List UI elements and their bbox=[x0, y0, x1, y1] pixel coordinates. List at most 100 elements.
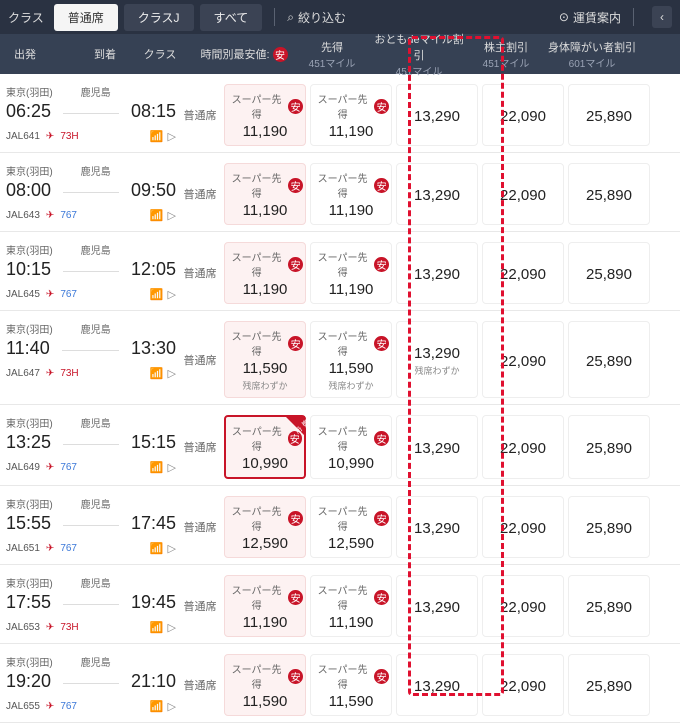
fare-guide-link[interactable]: ⊙運賃案内 bbox=[559, 9, 621, 26]
arr-airport: 鹿児島 bbox=[81, 242, 111, 257]
fare-cell-disability[interactable]: 25,890 bbox=[568, 575, 650, 637]
aircraft-type[interactable]: 767 bbox=[60, 210, 77, 221]
fare-cell-otomo[interactable]: 13,290 bbox=[396, 84, 478, 146]
flight-number: JAL653 bbox=[6, 622, 40, 633]
aircraft-icon: ✈ bbox=[46, 289, 54, 300]
aircraft-type[interactable]: 767 bbox=[60, 543, 77, 554]
tab-classj[interactable]: クラスJ bbox=[124, 4, 194, 31]
fare-cell-disability[interactable]: 25,890 bbox=[568, 84, 650, 146]
class-cell: 普通席 bbox=[176, 575, 224, 637]
chevron-left-icon[interactable]: ‹ bbox=[652, 6, 672, 28]
dep-time: 17:55 bbox=[6, 592, 51, 613]
arr-airport: 鹿児島 bbox=[81, 415, 111, 430]
fare-cell-otomo[interactable]: 13,290 bbox=[396, 163, 478, 225]
flight-number: JAL641 bbox=[6, 131, 40, 142]
fare-cell-otomo[interactable]: 13,290 bbox=[396, 415, 478, 479]
header-otomo: おともdeマイル割引451マイル bbox=[374, 31, 464, 78]
fare-cell-lowest[interactable]: スーパー先得安 11,190 bbox=[224, 242, 306, 304]
tab-economy[interactable]: 普通席 bbox=[54, 4, 118, 31]
wifi-icon: 📶 bbox=[150, 367, 164, 380]
fare-cell-otomo[interactable]: 13,290 bbox=[396, 654, 478, 716]
arr-time: 21:10 bbox=[131, 671, 176, 692]
dep-time: 13:25 bbox=[6, 432, 51, 453]
dep-time: 08:00 bbox=[6, 180, 51, 201]
aircraft-type[interactable]: 767 bbox=[60, 701, 77, 712]
fare-cell-sakitoku[interactable]: スーパー先得安 10,990 bbox=[310, 415, 392, 479]
arr-airport: 鹿児島 bbox=[81, 654, 111, 669]
aircraft-type[interactable]: 73H bbox=[60, 368, 78, 379]
aircraft-icon: ✈ bbox=[46, 622, 54, 633]
arr-airport: 鹿児島 bbox=[81, 575, 111, 590]
flight-number: JAL643 bbox=[6, 210, 40, 221]
fare-cell-shareholder[interactable]: 22,090 bbox=[482, 163, 564, 225]
fare-cell-lowest[interactable]: スーパー先得安 11,190 bbox=[224, 575, 306, 637]
yen-icon: ⊙ bbox=[559, 10, 569, 24]
flight-number: JAL651 bbox=[6, 543, 40, 554]
fare-cell-sakitoku[interactable]: スーパー先得安 11,190 bbox=[310, 575, 392, 637]
dep-airport: 東京(羽田) bbox=[6, 242, 53, 257]
fare-cell-otomo[interactable]: 13,290 bbox=[396, 575, 478, 637]
aircraft-icon: ✈ bbox=[46, 131, 54, 142]
fare-cell-disability[interactable]: 25,890 bbox=[568, 242, 650, 304]
fare-cell-shareholder[interactable]: 22,090 bbox=[482, 654, 564, 716]
fare-cell-lowest[interactable]: スーパー先得安 11,590 bbox=[224, 654, 306, 716]
aircraft-type[interactable]: 767 bbox=[60, 462, 77, 473]
filter-button[interactable]: ⌕絞り込む bbox=[287, 9, 346, 26]
fare-cell-otomo[interactable]: 13,290残席わずか bbox=[396, 321, 478, 398]
flight-row: 東京(羽田)鹿児島 06:2508:15 JAL641 ✈ 73H 📶▷ 普通席… bbox=[0, 74, 680, 153]
fare-cell-lowest[interactable]: スーパー先得安 11,190 bbox=[224, 163, 306, 225]
flight-number: JAL655 bbox=[6, 701, 40, 712]
fare-cell-sakitoku[interactable]: スーパー先得安 11,590残席わずか bbox=[310, 321, 392, 398]
class-cell: 普通席 bbox=[176, 163, 224, 225]
fare-cell-lowest[interactable]: スーパー先得安 10,990 bbox=[224, 415, 306, 479]
dep-airport: 東京(羽田) bbox=[6, 654, 53, 669]
fare-cell-lowest[interactable]: スーパー先得安 11,590残席わずか bbox=[224, 321, 306, 398]
arr-airport: 鹿児島 bbox=[81, 496, 111, 511]
flight-row: 東京(羽田)鹿児島 13:2515:15 JAL649 ✈ 767 📶▷ 普通席… bbox=[0, 405, 680, 486]
wifi-icon: 📶 bbox=[150, 209, 164, 222]
fare-cell-shareholder[interactable]: 22,090 bbox=[482, 242, 564, 304]
fare-cell-disability[interactable]: 25,890 bbox=[568, 496, 650, 558]
fare-cell-sakitoku[interactable]: スーパー先得安 11,190 bbox=[310, 84, 392, 146]
class-label: クラス bbox=[8, 9, 44, 26]
arr-time: 13:30 bbox=[131, 338, 176, 359]
aircraft-type[interactable]: 767 bbox=[60, 289, 77, 300]
tab-all[interactable]: すべて bbox=[200, 4, 263, 31]
wifi-icon: 📶 bbox=[150, 700, 164, 713]
arr-time: 08:15 bbox=[131, 101, 176, 122]
class-cell: 普通席 bbox=[176, 242, 224, 304]
aircraft-icon: ✈ bbox=[46, 462, 54, 473]
fare-cell-shareholder[interactable]: 22,090 bbox=[482, 415, 564, 479]
fare-cell-disability[interactable]: 25,890 bbox=[568, 415, 650, 479]
aircraft-type[interactable]: 73H bbox=[60, 622, 78, 633]
top-bar: クラス 普通席 クラスJ すべて ⌕絞り込む ⊙運賃案内 ‹ bbox=[0, 0, 680, 34]
play-icon: ▷ bbox=[168, 209, 176, 222]
fare-cell-shareholder[interactable]: 22,090 bbox=[482, 496, 564, 558]
fare-cell-disability[interactable]: 25,890 bbox=[568, 321, 650, 398]
flight-number: JAL647 bbox=[6, 368, 40, 379]
arr-airport: 鹿児島 bbox=[81, 321, 111, 336]
flight-time-col: 東京(羽田)鹿児島 15:5517:45 JAL651 ✈ 767 📶▷ bbox=[6, 496, 176, 558]
class-cell: 普通席 bbox=[176, 84, 224, 146]
header-departure: 出発 bbox=[0, 46, 50, 62]
fare-cell-lowest[interactable]: スーパー先得安 12,590 bbox=[224, 496, 306, 558]
fare-cell-shareholder[interactable]: 22,090 bbox=[482, 575, 564, 637]
fare-cell-lowest[interactable]: スーパー先得安 11,190 bbox=[224, 84, 306, 146]
fare-cell-disability[interactable]: 25,890 bbox=[568, 654, 650, 716]
fare-cell-otomo[interactable]: 13,290 bbox=[396, 242, 478, 304]
flight-time-col: 東京(羽田)鹿児島 17:5519:45 JAL653 ✈ 73H 📶▷ bbox=[6, 575, 176, 637]
fare-cell-shareholder[interactable]: 22,090 bbox=[482, 84, 564, 146]
fare-cell-sakitoku[interactable]: スーパー先得安 12,590 bbox=[310, 496, 392, 558]
arr-time: 17:45 bbox=[131, 513, 176, 534]
fare-cell-otomo[interactable]: 13,290 bbox=[396, 496, 478, 558]
fare-cell-disability[interactable]: 25,890 bbox=[568, 163, 650, 225]
fare-cell-sakitoku[interactable]: スーパー先得安 11,590 bbox=[310, 654, 392, 716]
fare-cell-sakitoku[interactable]: スーパー先得安 11,190 bbox=[310, 163, 392, 225]
aircraft-type[interactable]: 73H bbox=[60, 131, 78, 142]
play-icon: ▷ bbox=[168, 288, 176, 301]
fare-cell-shareholder[interactable]: 22,090 bbox=[482, 321, 564, 398]
search-icon: ⌕ bbox=[287, 10, 294, 25]
wifi-icon: 📶 bbox=[150, 288, 164, 301]
fare-cell-sakitoku[interactable]: スーパー先得安 11,190 bbox=[310, 242, 392, 304]
dep-airport: 東京(羽田) bbox=[6, 163, 53, 178]
